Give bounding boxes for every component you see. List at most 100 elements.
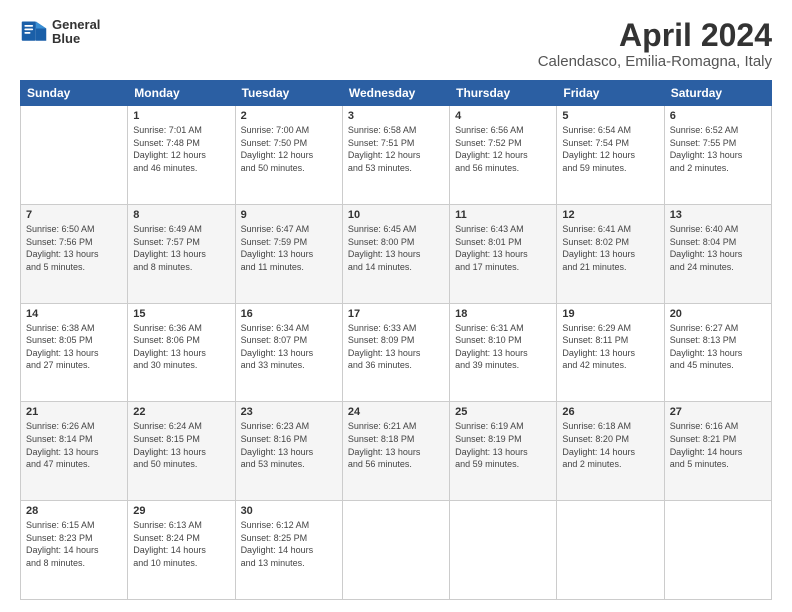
empty-cell [557, 501, 664, 600]
calendar-day-27: 27 Sunrise: 6:16 AM Sunset: 8:21 PM Dayli… [664, 402, 771, 501]
day-info: Sunrise: 6:19 AM Sunset: 8:19 PM Dayligh… [455, 420, 551, 470]
calendar-day-4: 4Sunrise: 6:56 AM Sunset: 7:52 PM Daylig… [450, 106, 557, 205]
day-number: 30 [241, 505, 337, 517]
day-info: Sunrise: 6:26 AM Sunset: 8:14 PM Dayligh… [26, 420, 122, 470]
logo: General Blue [20, 18, 100, 47]
calendar-day-2: 2 Sunrise: 7:00 AM Sunset: 7:50 PM Daylig… [235, 106, 342, 205]
day-info: Sunrise: 6:24 AM Sunset: 8:15 PM Dayligh… [133, 420, 229, 470]
day-info: Sunrise: 6:50 AM Sunset: 7:56 PM Dayligh… [26, 223, 122, 273]
header: General Blue April 2024 Calendasco, Emil… [20, 18, 772, 70]
calendar-day-8: 8 Sunrise: 6:49 AM Sunset: 7:57 PM Daylig… [128, 204, 235, 303]
day-number: 18 [455, 308, 551, 320]
day-info: Sunrise: 6:33 AM Sunset: 8:09 PM Dayligh… [348, 322, 444, 372]
day-info: Sunrise: 6:45 AM Sunset: 8:00 PM Dayligh… [348, 223, 444, 273]
weekday-header-friday: Friday [557, 81, 664, 106]
day-number: 14 [26, 308, 122, 320]
calendar-day-13: 13 Sunrise: 6:40 AM Sunset: 8:04 PM Dayli… [664, 204, 771, 303]
empty-cell [664, 501, 771, 600]
day-info: Sunrise: 6:13 AM Sunset: 8:24 PM Dayligh… [133, 519, 229, 569]
day-number: 6 [670, 110, 766, 122]
day-number: 22 [133, 406, 229, 418]
logo-text: General Blue [52, 18, 100, 47]
day-info: Sunrise: 6:36 AM Sunset: 8:06 PM Dayligh… [133, 322, 229, 372]
calendar-day-30: 30 Sunrise: 6:12 AM Sunset: 8:25 PM Dayli… [235, 501, 342, 600]
weekday-header-row: SundayMondayTuesdayWednesdayThursdayFrid… [21, 81, 772, 106]
day-info: Sunrise: 6:56 AM Sunset: 7:52 PM Dayligh… [455, 124, 551, 174]
day-number: 16 [241, 308, 337, 320]
calendar-day-18: 18 Sunrise: 6:31 AM Sunset: 8:10 PM Dayli… [450, 303, 557, 402]
day-info: Sunrise: 6:31 AM Sunset: 8:10 PM Dayligh… [455, 322, 551, 372]
day-info: Sunrise: 6:49 AM Sunset: 7:57 PM Dayligh… [133, 223, 229, 273]
calendar-day-7: 7Sunrise: 6:50 AM Sunset: 7:56 PM Daylig… [21, 204, 128, 303]
calendar-day-29: 29Sunrise: 6:13 AM Sunset: 8:24 PM Dayli… [128, 501, 235, 600]
calendar-day-19: 19Sunrise: 6:29 AM Sunset: 8:11 PM Dayli… [557, 303, 664, 402]
calendar-day-5: 5 Sunrise: 6:54 AM Sunset: 7:54 PM Daylig… [557, 106, 664, 205]
day-number: 8 [133, 209, 229, 221]
day-number: 13 [670, 209, 766, 221]
day-info: Sunrise: 6:40 AM Sunset: 8:04 PM Dayligh… [670, 223, 766, 273]
day-info: Sunrise: 6:16 AM Sunset: 8:21 PM Dayligh… [670, 420, 766, 470]
calendar-day-3: 3 Sunrise: 6:58 AM Sunset: 7:51 PM Daylig… [342, 106, 449, 205]
empty-cell [21, 106, 128, 205]
weekday-header-thursday: Thursday [450, 81, 557, 106]
day-number: 11 [455, 209, 551, 221]
day-info: Sunrise: 7:01 AM Sunset: 7:48 PM Dayligh… [133, 124, 229, 174]
day-info: Sunrise: 6:29 AM Sunset: 8:11 PM Dayligh… [562, 322, 658, 372]
day-info: Sunrise: 6:58 AM Sunset: 7:51 PM Dayligh… [348, 124, 444, 174]
calendar-day-11: 11 Sunrise: 6:43 AM Sunset: 8:01 PM Dayli… [450, 204, 557, 303]
calendar-day-10: 10 Sunrise: 6:45 AM Sunset: 8:00 PM Dayli… [342, 204, 449, 303]
day-number: 3 [348, 110, 444, 122]
day-number: 27 [670, 406, 766, 418]
day-info: Sunrise: 6:12 AM Sunset: 8:25 PM Dayligh… [241, 519, 337, 569]
day-info: Sunrise: 7:00 AM Sunset: 7:50 PM Dayligh… [241, 124, 337, 174]
day-info: Sunrise: 6:23 AM Sunset: 8:16 PM Dayligh… [241, 420, 337, 470]
logo-icon [20, 18, 48, 46]
day-number: 17 [348, 308, 444, 320]
weekday-header-saturday: Saturday [664, 81, 771, 106]
day-info: Sunrise: 6:27 AM Sunset: 8:13 PM Dayligh… [670, 322, 766, 372]
day-info: Sunrise: 6:43 AM Sunset: 8:01 PM Dayligh… [455, 223, 551, 273]
day-info: Sunrise: 6:15 AM Sunset: 8:23 PM Dayligh… [26, 519, 122, 569]
weekday-header-monday: Monday [128, 81, 235, 106]
calendar-week-1: 1Sunrise: 7:01 AM Sunset: 7:48 PM Daylig… [21, 106, 772, 205]
calendar-day-20: 20 Sunrise: 6:27 AM Sunset: 8:13 PM Dayli… [664, 303, 771, 402]
calendar-day-15: 15 Sunrise: 6:36 AM Sunset: 8:06 PM Dayli… [128, 303, 235, 402]
day-info: Sunrise: 6:54 AM Sunset: 7:54 PM Dayligh… [562, 124, 658, 174]
calendar-day-6: 6 Sunrise: 6:52 AM Sunset: 7:55 PM Daylig… [664, 106, 771, 205]
day-number: 23 [241, 406, 337, 418]
day-info: Sunrise: 6:47 AM Sunset: 7:59 PM Dayligh… [241, 223, 337, 273]
calendar-day-14: 14Sunrise: 6:38 AM Sunset: 8:05 PM Dayli… [21, 303, 128, 402]
day-info: Sunrise: 6:34 AM Sunset: 8:07 PM Dayligh… [241, 322, 337, 372]
calendar-day-12: 12 Sunrise: 6:41 AM Sunset: 8:02 PM Dayli… [557, 204, 664, 303]
day-number: 28 [26, 505, 122, 517]
weekday-header-wednesday: Wednesday [342, 81, 449, 106]
logo-line2: Blue [52, 32, 100, 46]
day-number: 9 [241, 209, 337, 221]
day-info: Sunrise: 6:18 AM Sunset: 8:20 PM Dayligh… [562, 420, 658, 470]
day-info: Sunrise: 6:52 AM Sunset: 7:55 PM Dayligh… [670, 124, 766, 174]
day-number: 10 [348, 209, 444, 221]
calendar-day-17: 17 Sunrise: 6:33 AM Sunset: 8:09 PM Dayli… [342, 303, 449, 402]
calendar-day-22: 22 Sunrise: 6:24 AM Sunset: 8:15 PM Dayli… [128, 402, 235, 501]
calendar-day-9: 9 Sunrise: 6:47 AM Sunset: 7:59 PM Daylig… [235, 204, 342, 303]
day-number: 12 [562, 209, 658, 221]
subtitle: Calendasco, Emilia-Romagna, Italy [538, 53, 772, 70]
calendar-day-16: 16 Sunrise: 6:34 AM Sunset: 8:07 PM Dayli… [235, 303, 342, 402]
day-number: 5 [562, 110, 658, 122]
weekday-header-tuesday: Tuesday [235, 81, 342, 106]
calendar-day-23: 23 Sunrise: 6:23 AM Sunset: 8:16 PM Dayli… [235, 402, 342, 501]
main-title: April 2024 [538, 18, 772, 53]
day-number: 20 [670, 308, 766, 320]
day-number: 2 [241, 110, 337, 122]
calendar-day-25: 25Sunrise: 6:19 AM Sunset: 8:19 PM Dayli… [450, 402, 557, 501]
calendar-day-21: 21 Sunrise: 6:26 AM Sunset: 8:14 PM Dayli… [21, 402, 128, 501]
title-block: April 2024 Calendasco, Emilia-Romagna, I… [538, 18, 772, 70]
day-number: 21 [26, 406, 122, 418]
calendar-day-1: 1Sunrise: 7:01 AM Sunset: 7:48 PM Daylig… [128, 106, 235, 205]
day-number: 15 [133, 308, 229, 320]
calendar-week-3: 14Sunrise: 6:38 AM Sunset: 8:05 PM Dayli… [21, 303, 772, 402]
day-info: Sunrise: 6:41 AM Sunset: 8:02 PM Dayligh… [562, 223, 658, 273]
calendar-week-2: 7Sunrise: 6:50 AM Sunset: 7:56 PM Daylig… [21, 204, 772, 303]
calendar-week-5: 28 Sunrise: 6:15 AM Sunset: 8:23 PM Dayli… [21, 501, 772, 600]
calendar-day-24: 24Sunrise: 6:21 AM Sunset: 8:18 PM Dayli… [342, 402, 449, 501]
